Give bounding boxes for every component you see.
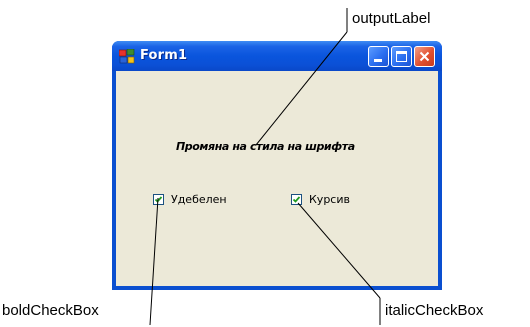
italic-checkbox-callout: italicCheckBox bbox=[385, 302, 484, 319]
italic-callout-leader bbox=[297, 202, 381, 299]
bold-callout-leader bbox=[149, 197, 159, 326]
bold-checkbox-callout: boldCheckBox bbox=[2, 302, 99, 319]
output-callout-leader bbox=[255, 31, 348, 146]
output-label-callout: outputLabel bbox=[352, 10, 431, 27]
callout-lines bbox=[149, 8, 381, 326]
